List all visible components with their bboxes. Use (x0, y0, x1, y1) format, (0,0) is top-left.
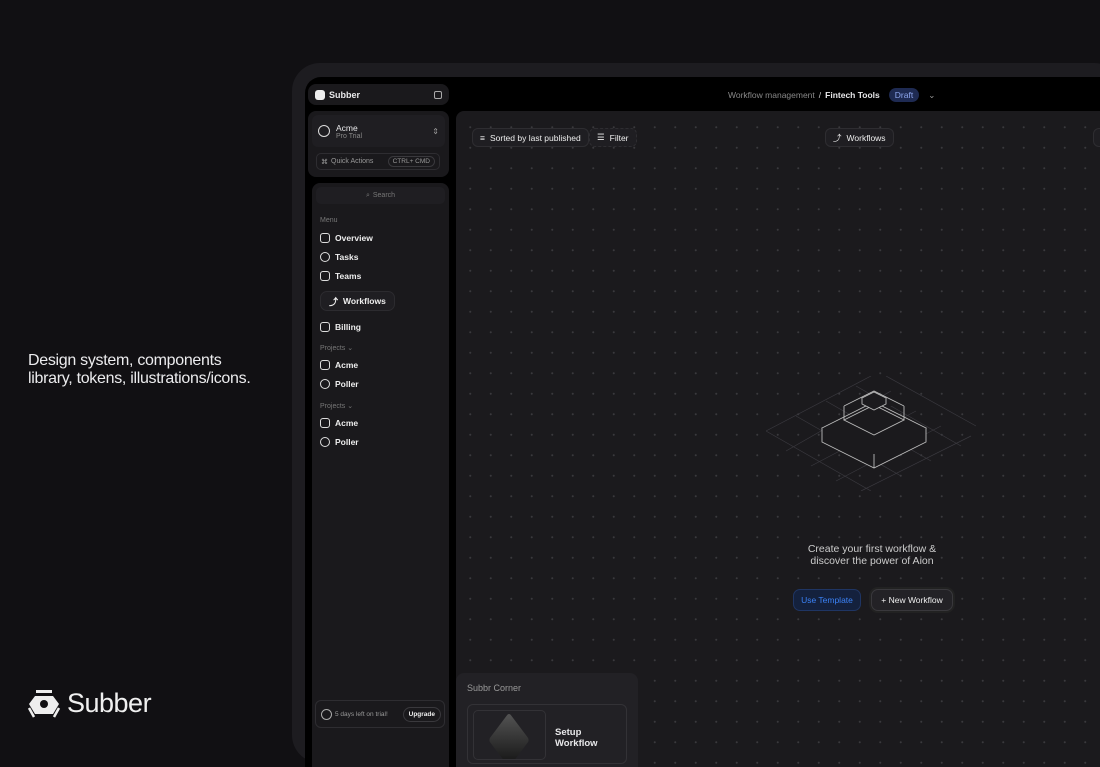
corner-title: Subbr Corner (467, 683, 522, 693)
home-icon (320, 360, 330, 370)
shortcut-badge: CTRL+ CMD (387, 156, 435, 167)
new-workflow-button[interactable]: + New Workflow (871, 589, 953, 611)
empty-state-line: Create your first workflow & (807, 543, 937, 555)
chevron-down-icon: ⌄ (347, 403, 354, 410)
workspace-switcher[interactable]: Acme Pro Trial ⇕ (312, 115, 445, 147)
filter-icon: ☰ (597, 132, 605, 142)
menu-heading: Menu (320, 217, 338, 224)
command-icon: ⌘ (321, 158, 328, 166)
breadcrumb: Workflow management / Fintech Tools Draf… (728, 88, 935, 102)
project-item-acme[interactable]: Acme (320, 418, 358, 428)
check-circle-icon (320, 437, 330, 447)
workflows-view-button[interactable]: ⤴ Workflows (825, 128, 894, 147)
project-item-poller[interactable]: Poller (320, 437, 359, 447)
workflow-icon: ⤴ (329, 296, 339, 307)
sidebar-item-overview[interactable]: Overview (320, 233, 373, 243)
wallet-icon (320, 322, 330, 332)
search-icon: ⌕ (365, 191, 370, 199)
home-icon (320, 233, 330, 243)
upgrade-button[interactable]: Upgrade (402, 706, 441, 722)
search-placeholder: Search (372, 192, 396, 199)
projects-label: Projects (320, 345, 346, 352)
nav-label: Workflows (343, 296, 386, 306)
workspace-plan: Pro Trial (336, 132, 363, 140)
nav-label: Acme (335, 360, 359, 370)
home-icon (320, 418, 330, 428)
setup-workflow-card[interactable]: Setup Workflow (467, 704, 627, 764)
search-input[interactable]: ⌕ Search (316, 187, 445, 204)
nav-label: Poller (335, 437, 359, 447)
app-screen: Subber Acme Pro Trial ⇕ ⌘ Quick Actions C… (305, 77, 1100, 767)
subber-logo-icon (27, 689, 61, 718)
sidebar-item-teams[interactable]: Teams (320, 271, 361, 281)
tagline-line: library, tokens, illustrations/icons. (28, 370, 251, 387)
app-header: Subber (308, 84, 449, 105)
sort-label: Sorted by last published (489, 132, 581, 143)
brand-logo: Subber (27, 688, 152, 719)
card-title: Setup Workflow (555, 727, 598, 749)
empty-state-message: Create your first workflow & discover th… (756, 543, 988, 567)
workspace-name: Acme (336, 122, 358, 133)
sidebar-item-tasks[interactable]: Tasks (320, 252, 358, 262)
promo-tagline: Design system, components library, token… (28, 352, 251, 388)
tagline-line: Design system, components (28, 352, 222, 369)
project-item-acme[interactable]: Acme (320, 360, 358, 370)
filter-button[interactable]: ☰ Filter (589, 128, 637, 147)
subber-logo-icon (315, 89, 325, 100)
sidebar-item-workflows[interactable]: ⤴ Workflows (320, 291, 395, 311)
chevron-updown-icon: ⇕ (432, 126, 439, 136)
chevron-down-icon[interactable]: ⌄ (928, 90, 935, 101)
check-circle-icon (320, 379, 330, 389)
status-badge: Draft (888, 88, 920, 102)
quick-actions-button[interactable]: ⌘ Quick Actions CTRL+ CMD (316, 153, 440, 170)
workspace-panel: Acme Pro Trial ⇕ ⌘ Quick Actions CTRL+ CM… (308, 111, 449, 177)
projects-heading[interactable]: Projects ⌄ (320, 402, 353, 410)
toolbar-button[interactable] (1093, 128, 1100, 147)
nav-label: Poller (335, 379, 359, 389)
breadcrumb-separator: / (818, 90, 822, 100)
teams-icon (320, 271, 330, 281)
projects-heading[interactable]: Projects ⌄ (320, 344, 353, 352)
workflow-canvas[interactable]: ≡ Sorted by last published ☰ Filter ⤴ Workf… (456, 111, 1100, 767)
project-item-poller[interactable]: Poller (320, 379, 359, 389)
cube-icon (473, 710, 546, 760)
sort-icon: ≡ (480, 132, 485, 143)
shield-icon (321, 708, 332, 720)
nav-label: Tasks (335, 252, 359, 262)
view-label: Workflows (846, 132, 886, 143)
check-circle-icon (320, 252, 330, 262)
chevron-down-icon: ⌄ (347, 345, 354, 352)
breadcrumb-current: Fintech Tools (825, 90, 880, 100)
workflow-illustration (766, 376, 976, 491)
sidebar-nav: ⌕ Search Menu Overview Tasks Teams ⤴ Workf… (312, 183, 449, 767)
sidebar-toggle-icon[interactable] (434, 90, 442, 99)
nav-label: Billing (335, 322, 361, 332)
breadcrumb-parent[interactable]: Workflow management (728, 90, 815, 100)
app-name: Subber (329, 89, 361, 100)
filter-label: Filter (609, 132, 629, 143)
subbr-corner-panel: Subbr Corner Setup Workflow (456, 673, 638, 767)
brand-name: Subber (67, 688, 152, 718)
projects-label: Projects (320, 403, 346, 410)
empty-state-line: discover the power of Aion (810, 555, 934, 567)
trial-text: 5 days left on trial! (335, 710, 388, 718)
quick-actions-label: Quick Actions (331, 158, 374, 165)
use-template-button[interactable]: Use Template (793, 589, 861, 611)
sort-button[interactable]: ≡ Sorted by last published (472, 128, 589, 147)
sidebar-item-billing[interactable]: Billing (320, 322, 361, 332)
workspace-icon (318, 125, 330, 137)
nav-label: Teams (335, 271, 362, 281)
nav-label: Overview (335, 233, 373, 243)
workflow-icon: ⤴ (833, 132, 842, 143)
nav-label: Acme (335, 418, 359, 428)
trial-banner: 5 days left on trial! Upgrade (315, 700, 445, 728)
